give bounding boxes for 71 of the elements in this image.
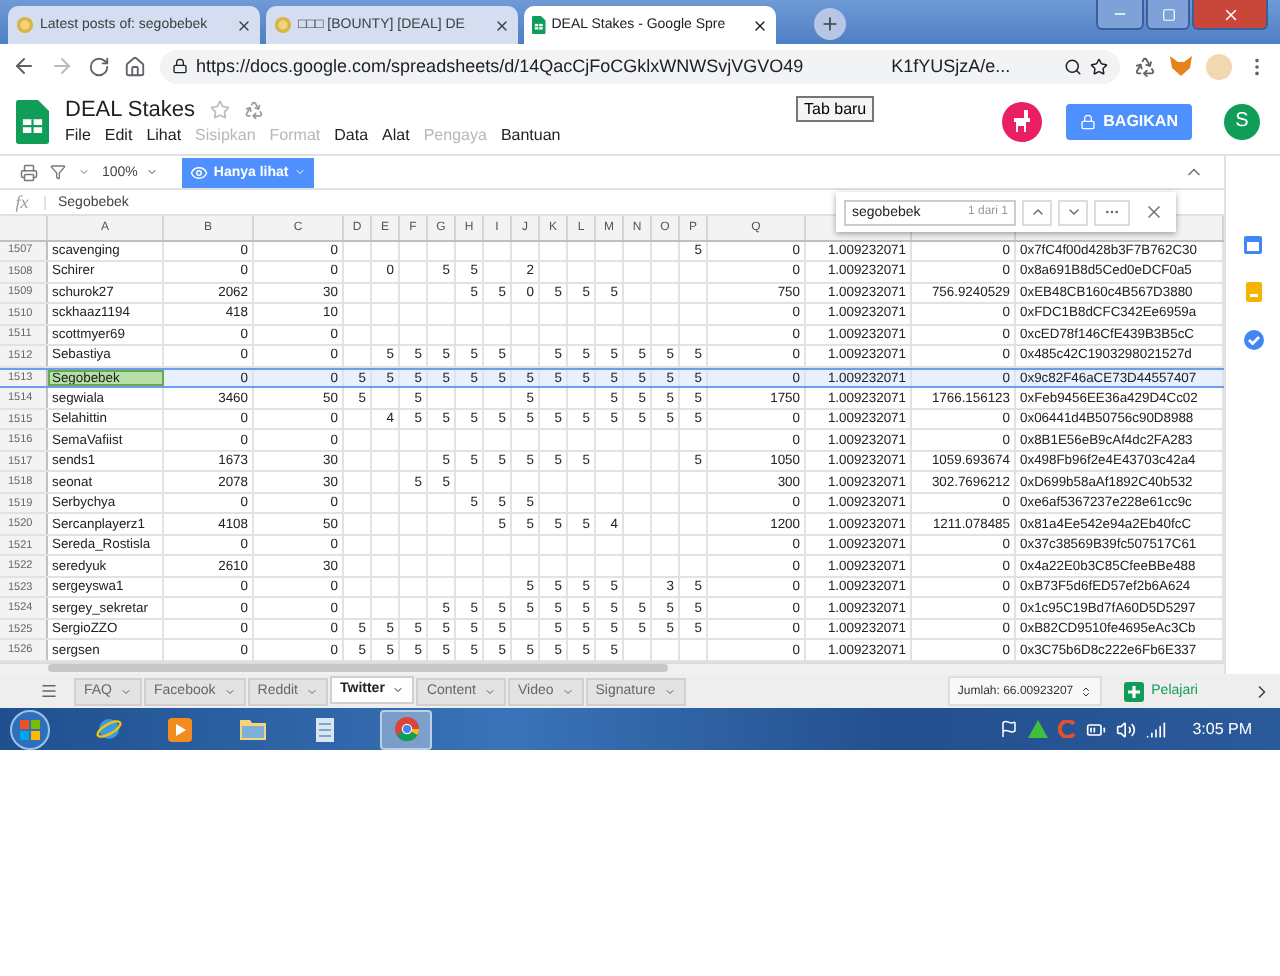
document-title[interactable]: DEAL Stakes [65, 98, 196, 122]
menu-item[interactable]: Bantuan [500, 126, 561, 144]
tooltip: Tab baru [796, 96, 875, 122]
down-icon [1065, 204, 1081, 220]
taskbar-button[interactable] [380, 709, 432, 749]
plus-icon [1123, 681, 1144, 701]
filter-icon[interactable] [50, 164, 66, 180]
print-icon[interactable] [20, 163, 38, 181]
address-bar[interactable]: https://docs.google.com/spreadsheets/d/14QacCjFoCGklxWNWSvjVGVO49 K1fYUSjzA/e... [160, 49, 1120, 83]
menu-item[interactable]: Edit [104, 126, 133, 144]
minimize-button[interactable] [1096, 0, 1144, 30]
star-icon[interactable] [1090, 57, 1108, 75]
caret-icon [392, 683, 405, 695]
lock-icon [1079, 113, 1096, 129]
close-icon[interactable] [752, 17, 768, 33]
menu-item[interactable]: Data [334, 126, 369, 144]
caret-icon [306, 685, 318, 697]
lock-icon [172, 58, 188, 74]
caret-icon [294, 166, 307, 178]
folder-icon[interactable] [239, 718, 265, 740]
reload-icon[interactable] [88, 55, 110, 77]
avatar[interactable] [1001, 101, 1042, 141]
eye-icon [189, 163, 208, 181]
maximize-icon [1161, 7, 1175, 21]
menu-item[interactable]: Alat [382, 126, 410, 144]
caret-icon [483, 685, 496, 697]
llama-icon [1011, 110, 1032, 132]
start-orb-icon[interactable] [10, 709, 50, 749]
back-icon[interactable] [12, 54, 36, 78]
calendar-icon[interactable] [1244, 236, 1262, 254]
triangle-icon[interactable] [1028, 720, 1049, 738]
close-icon [1221, 5, 1239, 23]
plus-icon [820, 14, 840, 34]
maximize-button[interactable] [1146, 0, 1190, 30]
coin-icon [274, 16, 292, 34]
url-text: https://docs.google.com/spreadsheets/d/14QacCjFoCGklxWNWSvjVGVO49 [196, 56, 804, 76]
caret-icon [223, 685, 236, 697]
clock: 3:05 PM [1192, 720, 1252, 738]
menu-item[interactable]: File [65, 126, 91, 144]
fx-label: fx [13, 192, 31, 212]
flag-icon[interactable] [1000, 720, 1019, 738]
all-sheets-icon[interactable] [40, 682, 58, 700]
signal-icon[interactable] [1146, 719, 1167, 739]
recycle-icon [243, 100, 264, 120]
battery-icon[interactable] [1086, 719, 1107, 739]
star-icon[interactable] [209, 100, 230, 120]
volume-icon[interactable] [1116, 719, 1137, 739]
fox-icon[interactable] [1170, 56, 1192, 76]
caret-icon [663, 685, 676, 697]
new-tab-button[interactable] [814, 8, 846, 40]
close-icon[interactable] [494, 17, 510, 33]
url-text: K1fYUSjzA/e... [891, 56, 1011, 76]
globe-ring-icon[interactable] [95, 716, 121, 742]
caret-icon [120, 685, 133, 697]
chrome-icon [393, 716, 419, 742]
caret-icon [145, 166, 158, 178]
close-icon[interactable] [236, 17, 252, 33]
recycle-icon[interactable] [1134, 55, 1156, 77]
media-player-icon[interactable] [168, 717, 192, 741]
spreadsheet-icon [532, 16, 546, 34]
caret-icon [561, 685, 574, 697]
notepad-icon[interactable] [315, 717, 333, 741]
sheets-logo[interactable] [16, 99, 49, 143]
home-icon[interactable] [124, 55, 146, 77]
checkmark-icon[interactable] [1243, 330, 1263, 350]
up-icon [1029, 204, 1045, 220]
search-icon[interactable] [1064, 57, 1082, 75]
menu-item[interactable]: Lihat [146, 126, 182, 144]
coin-icon [16, 16, 34, 34]
user-avatar[interactable]: S [1224, 103, 1260, 139]
close-window-button[interactable] [1192, 0, 1268, 30]
